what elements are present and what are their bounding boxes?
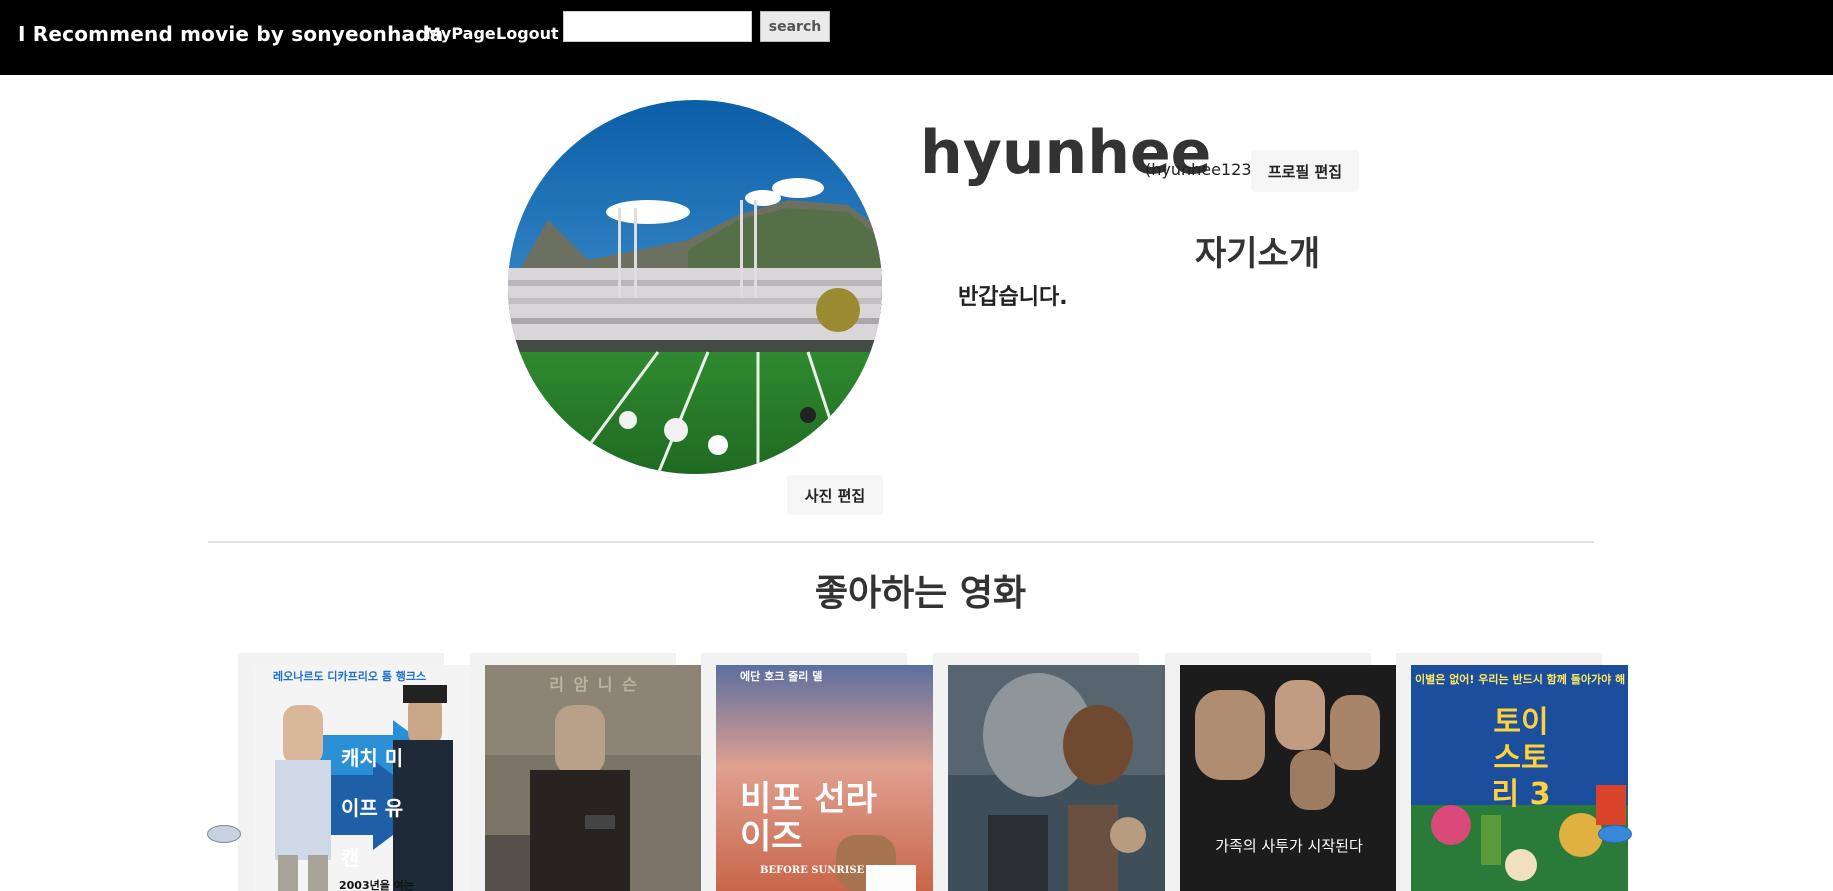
profile-user-id: (hyunhee123): [1145, 160, 1258, 179]
mypage-link[interactable]: MyPage: [425, 24, 496, 43]
carousel-prev-button[interactable]: [207, 825, 241, 843]
movie-card[interactable]: 리 암 니 슨: [470, 653, 703, 891]
poster-title: 토이 스토리 3: [1491, 705, 1551, 812]
movie-card[interactable]: 가족의 사투가 시작된다: [1165, 653, 1398, 891]
poster-bottom-text: BEFORE SUNRISE: [760, 865, 865, 876]
edit-photo-button[interactable]: 사진 편집: [787, 475, 883, 515]
top-navbar: I Recommend movie by sonyeonhada MyPage …: [0, 0, 1833, 75]
section-divider: [208, 541, 1594, 543]
logout-link[interactable]: Logout: [496, 24, 559, 43]
poster-bottom-text: 2003년을 여는: [339, 879, 414, 891]
movie-poster[interactable]: 가족의 사투가 시작된다: [1180, 665, 1398, 891]
movie-poster[interactable]: 리 암 니 슨: [485, 665, 703, 891]
carousel-next-button[interactable]: [1598, 825, 1632, 843]
search-button[interactable]: search: [760, 11, 830, 42]
movie-card[interactable]: [933, 653, 1166, 891]
movie-poster[interactable]: [948, 665, 1166, 891]
site-brand[interactable]: I Recommend movie by sonyeonhada: [18, 22, 443, 46]
intro-heading: 자기소개: [1195, 234, 1321, 274]
movie-card[interactable]: 에단 호크 줄리 델 비포 선라이즈 BEFORE SUNRISE: [701, 653, 934, 891]
poster-title: 캐치 미 이프 유 캔: [341, 746, 404, 870]
poster-top-text: 레오나르도 디카프리오 톰 행크스: [273, 670, 427, 683]
poster-title: 가족의 사투가 시작된다: [1215, 837, 1363, 855]
movie-poster[interactable]: 레오나르도 디카프리오 톰 행크스 캐치 미 이프 유 캔 2003년을 여는: [253, 665, 471, 891]
movie-card[interactable]: 이별은 없어! 우리는 반드시 함께 돌아가야 해 토이 스토리 3: [1396, 653, 1628, 891]
movie-poster[interactable]: 에단 호크 줄리 델 비포 선라이즈 BEFORE SUNRISE: [716, 665, 934, 891]
edit-profile-button[interactable]: 프로필 편집: [1251, 150, 1359, 192]
movie-poster[interactable]: 이별은 없어! 우리는 반드시 함께 돌아가야 해 토이 스토리 3: [1411, 665, 1628, 891]
search-input[interactable]: [563, 11, 752, 42]
favorite-movies-title: 좋아하는 영화: [814, 573, 1027, 614]
intro-text: 반갑습니다.: [958, 285, 1068, 310]
poster-top-text: 에단 호크 줄리 델: [740, 670, 823, 683]
favorite-movies-carousel: 레오나르도 디카프리오 톰 행크스 캐치 미 이프 유 캔 2003년을 여는 …: [238, 653, 1628, 891]
poster-top-text: 리 암 니 슨: [549, 675, 639, 694]
movie-card[interactable]: 레오나르도 디카프리오 톰 행크스 캐치 미 이프 유 캔 2003년을 여는: [238, 653, 471, 891]
poster-title: 비포 선라이즈: [740, 779, 877, 857]
poster-top-text: 이별은 없어! 우리는 반드시 함께 돌아가야 해: [1415, 673, 1626, 686]
profile-avatar: [508, 100, 882, 474]
